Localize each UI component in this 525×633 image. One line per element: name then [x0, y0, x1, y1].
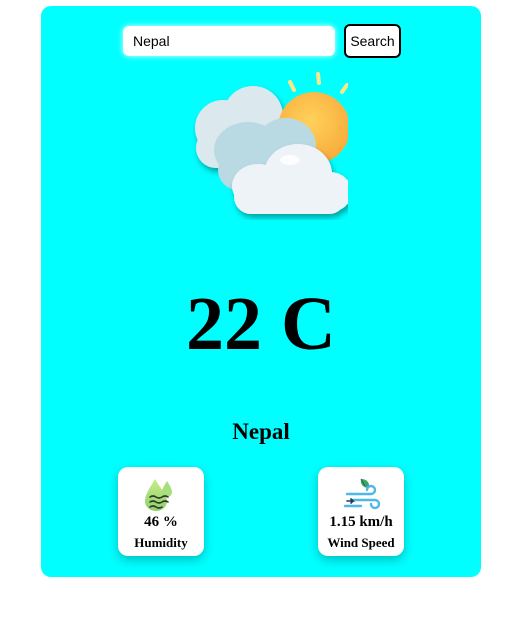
wind-speed-label: Wind Speed — [327, 535, 395, 550]
city-name: Nepal — [232, 419, 290, 444]
wind-speed-value: 1.15 km/h — [329, 514, 393, 530]
wind-icon — [343, 478, 381, 510]
humidity-drop-icon — [145, 479, 172, 511]
humidity-value: 46 % — [144, 514, 178, 530]
temperature-value: 22 C — [186, 282, 336, 366]
wind-speed-card: 1.15 km/h Wind Speed — [318, 467, 404, 556]
partly-cloudy-sun-icon — [195, 72, 348, 214]
weather-card: Search — [41, 6, 481, 577]
search-bar: Search — [123, 24, 403, 58]
search-input[interactable] — [123, 26, 335, 56]
search-button[interactable]: Search — [344, 24, 401, 58]
humidity-card: 46 % Humidity — [118, 467, 204, 556]
humidity-label: Humidity — [134, 535, 188, 550]
